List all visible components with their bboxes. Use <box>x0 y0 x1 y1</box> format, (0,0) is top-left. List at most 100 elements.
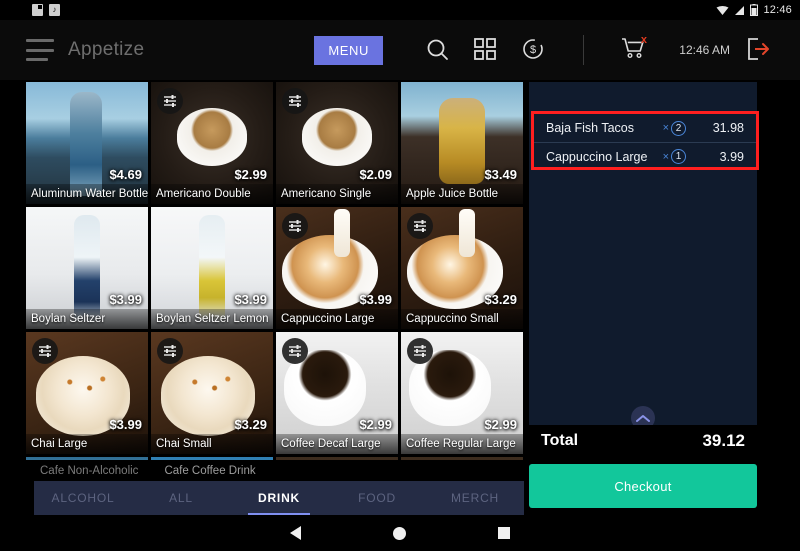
product-tile[interactable]: $3.29 Cappuccino Small <box>401 207 523 329</box>
product-tile[interactable]: $3.99 Cappuccino Large <box>276 207 398 329</box>
tab-label: FOOD <box>358 491 396 505</box>
wifi-icon <box>716 5 729 16</box>
product-name: Coffee Decaf Large <box>276 434 398 454</box>
product-tile[interactable]: $3.99 Boylan Seltzer <box>26 207 148 329</box>
product-name: Coffee Regular Large <box>401 434 523 454</box>
tab-drink[interactable]: DRINK <box>230 481 328 515</box>
tab-all[interactable]: ALL <box>132 481 230 515</box>
product-tile[interactable]: $3.49 Apple Juice Bottle <box>401 82 523 204</box>
product-tile[interactable]: $2.99 Coffee Decaf Large <box>276 332 398 454</box>
modifier-icon[interactable] <box>282 213 308 239</box>
tab-label: ALL <box>169 491 193 505</box>
tab-label: DRINK <box>258 491 300 505</box>
app-bar-right: 12:46 AM <box>679 37 788 63</box>
product-tile[interactable]: $3.29 Chai Small <box>151 332 273 454</box>
product-name: Cappuccino Large <box>276 309 398 329</box>
product-tile[interactable]: $2.09 Americano Single <box>276 82 398 204</box>
product-price: $3.99 <box>359 292 392 307</box>
cart-item-name: Cappuccino Large <box>546 150 663 164</box>
modifier-icon[interactable] <box>407 213 433 239</box>
cart-item-quantity[interactable]: ×1 <box>663 149 686 164</box>
product-tile[interactable]: $4.69 Aluminum Water Bottle <box>26 82 148 204</box>
product-name: Americano Single <box>276 184 398 204</box>
product-price: $3.29 <box>234 417 267 432</box>
quantity-value: 1 <box>671 149 686 164</box>
modifier-icon[interactable] <box>157 88 183 114</box>
product-tile[interactable]: $3.99 Chai Large <box>26 332 148 454</box>
status-bar-time: 12:46 <box>763 4 792 16</box>
modifier-icon[interactable] <box>157 338 183 364</box>
product-price: $2.09 <box>359 167 392 182</box>
app-bar: Appetize MENU $ x 12:46 AM <box>0 20 800 80</box>
status-right-icons: 12:46 <box>716 4 792 16</box>
subcategory-cafe-coffee-drink[interactable]: Cafe Coffee Drink <box>164 465 255 477</box>
product-price: $3.49 <box>484 167 517 182</box>
quantity-multiplier-symbol: × <box>663 122 669 134</box>
battery-icon <box>750 4 758 16</box>
hamburger-icon[interactable] <box>26 39 54 61</box>
tab-food[interactable]: FOOD <box>328 481 426 515</box>
product-price: $2.99 <box>484 417 517 432</box>
product-name: Boylan Seltzer <box>26 309 148 329</box>
back-triangle-icon[interactable] <box>290 526 301 540</box>
cart-item-row[interactable]: Cappuccino Large×13.99 <box>534 142 756 170</box>
cart-item-quantity[interactable]: ×2 <box>663 121 686 136</box>
chevron-up-icon <box>636 414 650 423</box>
search-icon[interactable] <box>425 37 451 63</box>
product-price: $3.99 <box>234 292 267 307</box>
product-name: Cappuccino Small <box>401 309 523 329</box>
product-price: $3.29 <box>484 292 517 307</box>
cart-item-name: Baja Fish Tacos <box>546 121 663 135</box>
quantity-multiplier-symbol: × <box>663 151 669 163</box>
recents-square-icon[interactable] <box>498 527 510 539</box>
subcategory-cafe-non-alcoholic[interactable]: Cafe Non-Alcoholic <box>40 465 138 477</box>
toolbar-divider <box>583 35 584 65</box>
grid-icon[interactable] <box>473 37 499 63</box>
cart-item-list[interactable]: Baja Fish Tacos×231.98Cappuccino Large×1… <box>534 114 756 170</box>
checkout-button[interactable]: Checkout <box>529 464 757 508</box>
tab-label: ALCOHOL <box>52 491 115 505</box>
modifier-icon[interactable] <box>282 88 308 114</box>
product-grid-area[interactable]: $4.69 Aluminum Water Bottle $2.99 Americano… <box>26 82 524 460</box>
product-name: Apple Juice Bottle <box>401 184 523 204</box>
clock-label: 12:46 AM <box>679 43 730 57</box>
quantity-value: 2 <box>671 121 686 136</box>
product-name: Americano Double <box>151 184 273 204</box>
toolbar-icons: $ x <box>425 35 648 65</box>
product-grid: $4.69 Aluminum Water Bottle $2.99 Americano… <box>26 82 524 460</box>
product-tile[interactable]: $3.99Boylan Seltzer Lemon <box>151 207 273 329</box>
modifier-icon[interactable] <box>32 338 58 364</box>
tab-label: MERCH <box>451 491 499 505</box>
product-tile[interactable]: $2.99 Americano Double <box>151 82 273 204</box>
home-circle-icon[interactable] <box>393 527 406 540</box>
tab-alcohol[interactable]: ALCOHOL <box>34 481 132 515</box>
product-name: Aluminum Water Bottle <box>26 184 148 204</box>
menu-button[interactable]: MENU <box>314 36 383 65</box>
product-name: Chai Small <box>151 434 273 454</box>
tab-merch[interactable]: MERCH <box>426 481 524 515</box>
product-price: $2.99 <box>234 167 267 182</box>
android-nav-bar <box>0 515 800 551</box>
category-tabs[interactable]: ALCOHOL ALL DRINK FOOD MERCH <box>34 481 524 515</box>
modifier-icon[interactable] <box>407 338 433 364</box>
cart-item-row[interactable]: Baja Fish Tacos×231.98 <box>534 114 756 142</box>
cart-clear-badge[interactable]: x <box>641 34 647 46</box>
app-screen: 12:46 Appetize MENU $ x 12:46 AM <box>0 0 800 551</box>
logout-icon[interactable] <box>746 37 772 63</box>
modifier-icon[interactable] <box>282 338 308 364</box>
product-name: Chai Large <box>26 434 148 454</box>
cart-icon[interactable]: x <box>620 36 648 64</box>
subcategory-strip[interactable]: Cafe Non-Alcoholic Cafe Coffee Drink <box>26 460 524 482</box>
product-tile[interactable]: $2.99 Coffee Regular Large <box>401 332 523 454</box>
product-price: $3.99 <box>109 417 142 432</box>
signal-icon <box>734 5 745 16</box>
refund-icon[interactable]: $ <box>521 37 547 63</box>
total-value: 39.12 <box>702 431 745 451</box>
product-price: $4.69 <box>109 167 142 182</box>
svg-text:$: $ <box>530 44 536 56</box>
android-status-bar: 12:46 <box>0 0 800 20</box>
total-label: Total <box>541 432 578 450</box>
product-price: $2.99 <box>359 417 392 432</box>
product-price: $3.99 <box>109 292 142 307</box>
note-icon <box>49 4 60 16</box>
